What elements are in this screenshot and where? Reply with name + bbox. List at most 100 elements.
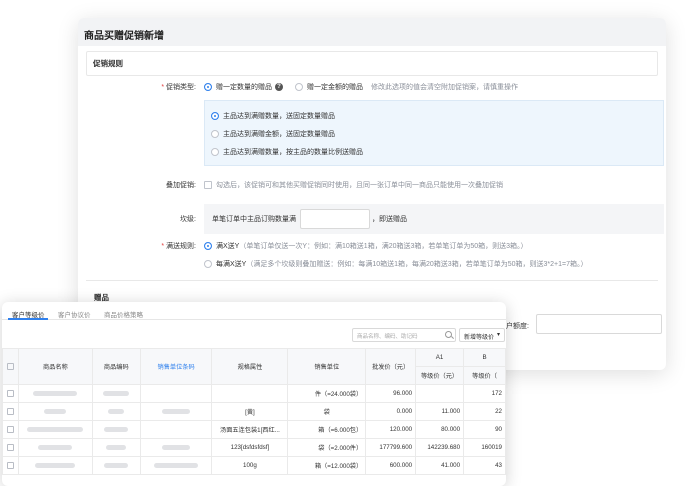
add-level-price-label: 新增等级价 xyxy=(464,335,495,341)
redacted-text xyxy=(162,444,191,450)
subtype-2-label[interactable]: 主品达到满赠金额，送固定数量赠品 xyxy=(223,129,335,139)
row-checkbox[interactable] xyxy=(6,461,14,469)
a1-price-cell[interactable]: 142239.680 xyxy=(415,438,465,457)
b-price-cell[interactable]: 43 xyxy=(463,456,506,475)
product-name-cell xyxy=(17,384,93,403)
b-price-cell[interactable]: 172 xyxy=(463,384,506,403)
wholesale-cell: 177799.600 xyxy=(365,438,417,457)
col-b-level-price: 等级价（ xyxy=(463,366,506,385)
row-checkbox[interactable] xyxy=(6,425,14,433)
row-select[interactable] xyxy=(2,456,19,475)
quota-label: 户额度: xyxy=(506,323,529,330)
wholesale-cell: 120.000 xyxy=(365,420,417,439)
page-title: 商品买赠促销新增 xyxy=(78,18,666,46)
tier-quantity-input[interactable] xyxy=(300,209,370,229)
wholesale-cell: 96.000 xyxy=(365,384,417,403)
subtype-option-2[interactable]: 主品达到满赠金额，送固定数量赠品 xyxy=(211,129,335,139)
redacted-text xyxy=(38,444,73,450)
table-row[interactable]: 123[dsfdsfdsf] 袋（=2.000件） 177799.600 142… xyxy=(2,438,506,457)
tier-prefix: 单笔订单中主品订购数量满 xyxy=(212,216,296,223)
promo-type-quantity-label[interactable]: 赠一定数量的赠品 xyxy=(216,82,272,92)
stack-checkbox[interactable] xyxy=(204,181,212,189)
col-a1-level-price: 等级价（元） xyxy=(415,366,465,385)
redacted-text xyxy=(33,390,78,396)
redacted-text xyxy=(44,408,67,414)
select-all-checkbox[interactable] xyxy=(6,362,14,370)
rule-2-radio[interactable] xyxy=(204,260,212,268)
subtype-3-label[interactable]: 主品达到满赠数量，按主品的数量比例送赠品 xyxy=(223,147,363,157)
table-row[interactable]: 件（=24.000袋） 96.000 172 xyxy=(2,384,506,403)
col-spec: 规格属性 xyxy=(211,348,289,385)
table-header-row: 商品名称 商品编码 销售单位条码 规格属性 销售单位 批发价（元） A1 B xyxy=(2,348,506,385)
row-select[interactable] xyxy=(2,438,19,457)
divider xyxy=(86,280,658,281)
wholesale-cell: 600.000 xyxy=(365,456,417,475)
rule-label: 满送规则: xyxy=(166,243,196,250)
subtype-1-label[interactable]: 主品达到满赠数量，送固定数量赠品 xyxy=(223,111,335,121)
table-row[interactable]: 100g 箱（=12.000袋） 600.000 41.000 43 xyxy=(2,456,506,475)
quota-input[interactable] xyxy=(536,314,662,334)
row-select[interactable] xyxy=(2,402,19,421)
col-wholesale-price: 批发价（元） xyxy=(365,348,417,385)
b-price-cell[interactable]: 22 xyxy=(463,402,506,421)
redacted-text xyxy=(108,408,125,414)
col-b: B xyxy=(463,348,506,367)
tab-customer-agreement-price[interactable]: 客户协议价 xyxy=(58,309,91,319)
select-all-cell[interactable] xyxy=(2,348,19,385)
table-row[interactable]: [黄] 袋 0.000 11.000 22 xyxy=(2,402,506,421)
promo-type-amount-label[interactable]: 赠一定金额的赠品 xyxy=(307,82,363,92)
rule-2-label[interactable]: 每满X送Y xyxy=(216,259,246,269)
spec-cell: [黄] xyxy=(211,402,289,421)
required-mark: * xyxy=(161,243,165,250)
row-select[interactable] xyxy=(2,420,19,439)
product-name-cell xyxy=(17,456,93,475)
subtype-option-3[interactable]: 主品达到满赠数量，按主品的数量比例送赠品 xyxy=(211,147,363,157)
b-price-cell[interactable]: 160019 xyxy=(463,438,506,457)
rule-1-desc: （单笔订单仅送一次Y：例如：满10箱送1箱，满20箱送3箱，若单笔订单为50箱，… xyxy=(239,243,528,250)
search-placeholder: 商品名称、编码、助记码 xyxy=(357,334,418,340)
col-product-code: 商品编码 xyxy=(91,348,141,385)
promo-subtype-box: 主品达到满赠数量，送固定数量赠品 主品达到满赠金额，送固定数量赠品 主品达到满赠… xyxy=(204,100,664,166)
promo-type-label: 促销类型: xyxy=(166,84,196,91)
barcode-cell xyxy=(139,420,213,439)
subtype-3-radio[interactable] xyxy=(211,148,219,156)
row-checkbox[interactable] xyxy=(6,407,14,415)
promo-type-amount-radio[interactable] xyxy=(295,83,303,91)
subtype-option-1[interactable]: 主品达到满赠数量，送固定数量赠品 xyxy=(211,111,335,121)
rule-2-desc: （满足多个坎级则叠加赠送：例如：每满10箱送1箱，每满20箱送3箱，若单笔订单为… xyxy=(246,261,588,268)
search-icon[interactable] xyxy=(445,331,452,338)
spec-cell: 100g xyxy=(211,456,289,475)
rule-option-2: 每满X送Y （满足多个坎级则叠加赠送：例如：每满10箱送1箱，每满20箱送3箱，… xyxy=(204,259,587,269)
redacted-text xyxy=(104,426,129,432)
unit-cell: 箱（=12.000袋） xyxy=(287,456,367,475)
a1-price-cell[interactable]: 41.000 xyxy=(415,456,465,475)
product-code-cell xyxy=(91,438,141,457)
spec-cell: 123[dsfdsfdsf] xyxy=(211,438,289,457)
subtype-2-radio[interactable] xyxy=(211,130,219,138)
barcode-cell xyxy=(139,402,213,421)
rule-1-radio[interactable] xyxy=(204,242,212,250)
search-input[interactable]: 商品名称、编码、助记码 xyxy=(352,328,456,342)
redacted-text xyxy=(104,462,129,468)
row-checkbox[interactable] xyxy=(6,389,14,397)
active-tab-underline xyxy=(8,318,48,320)
row-select[interactable] xyxy=(2,384,19,403)
product-code-cell xyxy=(91,456,141,475)
stack-description: 勾选后，该促销可和其他买赠促销同时使用，且同一张订单中同一商品只能使用一次叠加促… xyxy=(216,182,503,189)
row-checkbox[interactable] xyxy=(6,443,14,451)
product-name-cell xyxy=(17,438,93,457)
promo-type-label-wrap: * 促销类型: xyxy=(78,82,196,92)
subtype-1-radio[interactable] xyxy=(211,112,219,120)
col-sales-barcode[interactable]: 销售单位条码 xyxy=(139,348,213,385)
b-price-cell[interactable]: 90 xyxy=(463,420,506,439)
tab-product-price-strategy[interactable]: 商品价格策略 xyxy=(104,309,143,319)
table-row[interactable]: 汤面五连包装1[西红... 箱（=6.000包） 120.000 80.000 … xyxy=(2,420,506,439)
product-code-cell xyxy=(91,384,141,403)
a1-price-cell[interactable]: 80.000 xyxy=(415,420,465,439)
help-icon[interactable]: ? xyxy=(275,83,283,91)
rule-1-label[interactable]: 满X送Y xyxy=(216,241,239,251)
a1-price-cell[interactable]: 11.000 xyxy=(415,402,465,421)
promo-type-quantity-radio[interactable] xyxy=(204,83,212,91)
a1-price-cell[interactable] xyxy=(415,384,465,403)
add-level-price-button[interactable]: 新增等级价 ▾ xyxy=(459,328,505,342)
